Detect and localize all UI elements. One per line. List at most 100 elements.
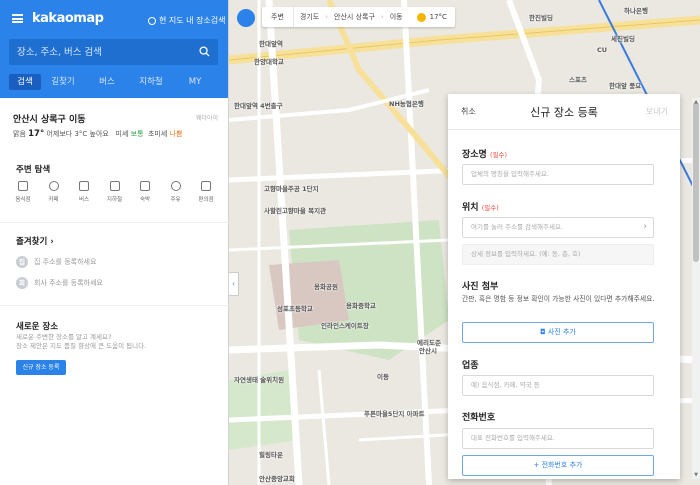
favorite-work[interactable]: 회 회사 주소를 등록하세요 — [16, 277, 103, 289]
panel-header: kakaomap 현 지도 내 장소검색 검색 길찾기 버스 지하철 MY — [0, 0, 228, 98]
nearby-title: 주변 탐색 — [16, 165, 51, 175]
weather-summary: 맑음 17° 어제보다 3°C 높아요 미세 보통 초미세 나쁨 — [13, 129, 218, 139]
map-label[interactable]: 푸른마을5단지 아파트 — [364, 408, 425, 418]
kakaomap-logo[interactable]: kakaomap — [32, 11, 104, 26]
bus-icon — [79, 181, 89, 191]
breadcrumb-dong[interactable]: 이동 — [384, 12, 409, 22]
radio-circle-icon — [148, 16, 156, 25]
map-label[interactable]: 한진빌딩 — [529, 12, 553, 22]
tab-search[interactable]: 검색 — [9, 74, 41, 90]
nearby-cafe[interactable]: 카페 — [43, 181, 65, 203]
search-input[interactable] — [17, 39, 187, 65]
business-type-input[interactable]: 예) 음식점, 카페, 약국 등 — [462, 375, 654, 396]
new-place-desc-line: 새로운 주변한 장소를 알고 계세요? — [16, 333, 112, 341]
favorite-work-label: 회사 주소를 등록하세요 — [34, 279, 103, 287]
phone-input[interactable]: 대표 전화번호를 입력해주세요. — [462, 428, 654, 449]
add-photo-label: 사진 추가 — [547, 328, 576, 336]
map-label[interactable]: 스포츠 — [569, 74, 587, 84]
nearby-label: 편의점 — [198, 197, 214, 203]
nearby-restaurant[interactable]: 음식점 — [12, 181, 34, 203]
map-label[interactable]: 에리도준 — [417, 337, 441, 347]
nearby-subway[interactable]: 지하철 — [104, 181, 126, 203]
ultrafine-dust-value: 나쁨 — [169, 130, 183, 138]
map-label[interactable]: 세진빌딩 — [611, 33, 635, 43]
tab-bus[interactable]: 버스 — [85, 74, 129, 90]
map-topbar: 주변 경기도 › 안산시 상록구 › 이동 17°C — [262, 7, 455, 27]
scroll-up-arrow-icon[interactable]: ▲ — [692, 98, 700, 106]
nearby-label: 숙박 — [139, 197, 151, 203]
nearby-lodging[interactable]: 숙박 — [134, 181, 156, 203]
nearby-label: 주유 — [170, 197, 181, 203]
search-icon[interactable] — [199, 46, 210, 57]
favorite-home[interactable]: 집 집 주소를 등록하세요 — [16, 256, 96, 268]
nearby-label: 카페 — [48, 197, 59, 203]
map-area-search-toggle[interactable]: 현 지도 내 장소검색 — [148, 15, 226, 26]
favorite-home-label: 집 주소를 등록하세요 — [34, 258, 97, 266]
new-place-title: 새로운 장소 — [16, 322, 59, 332]
weather-source[interactable]: 웨더아이 — [196, 113, 218, 122]
send-button[interactable]: 보내기 — [646, 106, 668, 117]
map-label[interactable]: 한대앞역 4번출구 — [234, 100, 283, 110]
weather-desc: 어제보다 3°C 높아요 — [46, 130, 109, 138]
breadcrumb-province[interactable]: 경기도 — [294, 12, 325, 22]
nearby-label: 버스 — [78, 197, 90, 203]
nearby-button[interactable]: 주변 — [262, 7, 294, 27]
nearby-gas[interactable]: 주유 — [165, 181, 187, 203]
nearby-label: 지하철 — [106, 197, 123, 203]
search-box — [9, 39, 218, 65]
business-type-label: 업종 — [462, 361, 479, 371]
required-mark: (필수) — [489, 151, 508, 159]
tab-my[interactable]: MY — [173, 74, 217, 90]
favorites-title[interactable]: 즐겨찾기 › — [16, 235, 54, 247]
hamburger-menu-icon[interactable] — [12, 14, 23, 23]
map-label[interactable]: NH농협은행 — [389, 98, 424, 108]
map-label[interactable]: CU — [597, 46, 607, 54]
map-label[interactable]: 인라인스케이트장 — [321, 320, 369, 330]
required-mark: (필수) — [481, 204, 499, 212]
map-label[interactable]: 사할린고향마을 복지관 — [264, 205, 326, 215]
scrollbar-thumb[interactable] — [693, 102, 699, 262]
new-place-desc: 새로운 주변한 장소를 알고 계세요? 장소 제안은 지도 품질 향상에 큰 도… — [16, 333, 216, 351]
collapse-panel-button[interactable]: ‹ — [229, 272, 239, 296]
nearby-store[interactable]: 편의점 — [195, 181, 217, 203]
sun-icon — [416, 12, 426, 22]
map-label[interactable]: 한대앞역 — [259, 38, 283, 48]
breadcrumb-city[interactable]: 안산시 상록구 — [328, 12, 381, 22]
nearby-categories: 음식점 카페 버스 지하철 숙박 주유 편의점 — [12, 181, 217, 203]
map-label[interactable]: 이동 — [377, 371, 389, 381]
address-detail-input[interactable]: 상세 정보를 입력하세요. (예: 동, 층, 호) — [462, 244, 654, 265]
location-pin-icon[interactable] — [237, 9, 255, 27]
address-search-field[interactable]: 여기를 눌러 주소를 검색해주세요. › — [462, 217, 654, 238]
map-label[interactable]: 하나은행 — [624, 5, 648, 15]
camera-icon: ◘ — [540, 328, 546, 336]
add-phone-button[interactable]: + 전화번호 추가 — [462, 455, 654, 476]
new-place-dialog: 취소 신규 장소 등록 보내기 장소명 (필수) 업체의 명칭을 입력해주세요.… — [448, 94, 680, 479]
name-label: 장소명 (필수) — [462, 147, 507, 160]
map-label[interactable]: 안산중앙교회 — [259, 473, 295, 483]
phone-label: 전화번호 — [462, 413, 496, 423]
fine-dust-value: 보통 — [130, 130, 144, 138]
map-search-toggle-label: 현 지도 내 장소검색 — [159, 16, 226, 25]
tab-directions[interactable]: 길찾기 — [41, 74, 85, 90]
scroll-down-arrow-icon[interactable]: ▼ — [692, 471, 700, 479]
add-photo-button[interactable]: ◘ 사진 추가 — [462, 322, 654, 343]
map-temp: 17°C — [429, 13, 447, 21]
map-label[interactable]: 한대앞 풍요 — [609, 80, 641, 90]
map-label[interactable]: 고향마을주공 1단지 — [264, 183, 319, 193]
map-label[interactable]: 성포초등학교 — [277, 303, 313, 313]
weather-condition: 맑음 — [13, 130, 26, 138]
fork-knife-icon — [18, 181, 28, 191]
ultrafine-dust-label: 초미세 — [147, 130, 168, 138]
nearby-bus[interactable]: 버스 — [73, 181, 95, 203]
map-label[interactable]: 용화공원 — [314, 281, 338, 291]
place-name-input[interactable]: 업체의 명칭을 입력해주세요. — [462, 164, 654, 185]
new-place-button[interactable]: 신규 장소 등록 — [16, 360, 66, 375]
home-badge: 집 — [16, 256, 28, 268]
subway-icon — [109, 181, 120, 191]
map-label[interactable]: 한양대학교 — [254, 56, 284, 66]
tab-subway[interactable]: 지하철 — [129, 74, 173, 90]
map-label[interactable]: 용화중학교 — [346, 300, 376, 310]
map-label[interactable]: 힐링타운 — [259, 449, 283, 459]
map-label[interactable]: 자연생태 술위치원 — [234, 374, 284, 384]
location-label-text: 위치 — [462, 203, 479, 213]
